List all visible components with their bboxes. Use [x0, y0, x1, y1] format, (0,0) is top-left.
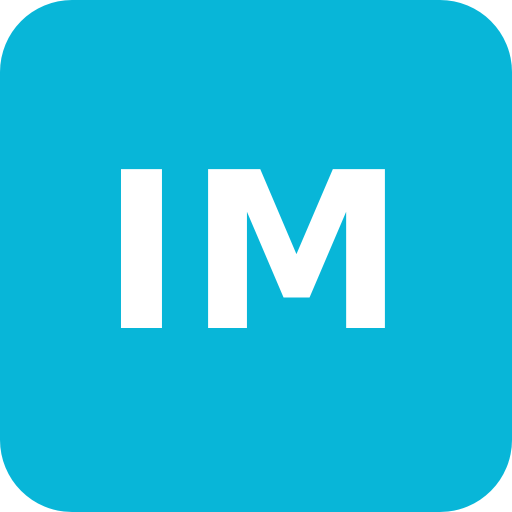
avatar-initials: IM: [100, 127, 412, 380]
avatar-tile: IM: [0, 0, 512, 512]
